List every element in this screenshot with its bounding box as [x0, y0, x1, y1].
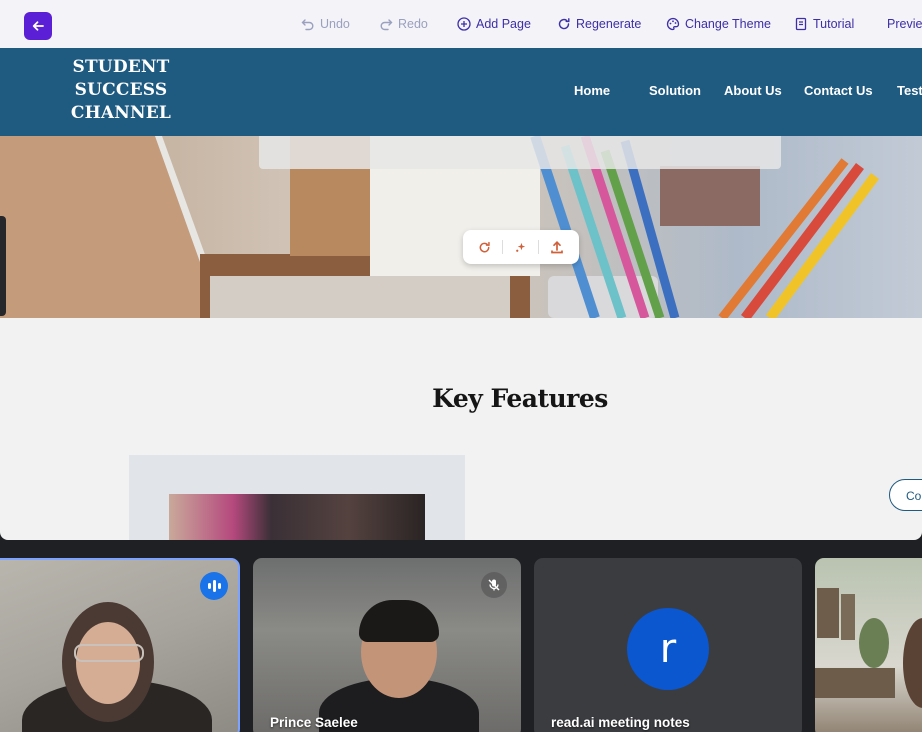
ai-edit-button[interactable] — [514, 241, 527, 254]
sofa — [815, 668, 895, 698]
preview-button[interactable]: Previe — [887, 17, 922, 31]
replace-image-button[interactable] — [478, 241, 491, 254]
participant-hair — [903, 618, 922, 708]
participant-name: Prince Saelee — [270, 715, 358, 730]
arrow-left-icon — [32, 21, 44, 31]
participant-tile[interactable] — [815, 558, 922, 732]
hero-image — [0, 136, 922, 318]
palette-icon — [666, 17, 680, 31]
tutorial-icon — [795, 17, 807, 31]
undo-button[interactable]: Undo — [301, 17, 350, 31]
redo-label: Redo — [398, 17, 428, 31]
feature-image — [169, 494, 425, 540]
participant-tile[interactable]: Prince Saelee — [253, 558, 521, 732]
nav-testimonials[interactable]: Test — [897, 83, 922, 98]
participant-tile[interactable] — [0, 558, 240, 732]
change-theme-label: Change Theme — [685, 17, 771, 31]
meeting-window: Undo Redo Add Page Regenerate Change The… — [0, 0, 922, 732]
mic-off-icon — [481, 572, 507, 598]
sparkle-icon — [516, 242, 526, 252]
upload-image-button[interactable] — [550, 240, 564, 254]
participant-name: read.ai meeting notes — [551, 715, 690, 730]
avatar: r — [627, 608, 709, 690]
upload-icon — [550, 240, 563, 254]
contact-button[interactable]: Co — [889, 479, 922, 511]
brand-line-1: STUDENT — [72, 57, 170, 77]
plant — [859, 618, 889, 668]
shared-screen: Undo Redo Add Page Regenerate Change The… — [0, 0, 922, 540]
section-title: Key Features — [432, 384, 608, 413]
participant-face — [76, 622, 140, 704]
wall-art — [817, 588, 839, 638]
undo-label: Undo — [320, 17, 350, 31]
feature-card[interactable] — [129, 455, 465, 540]
editor-toolbar: Undo Redo Add Page Regenerate Change The… — [0, 0, 922, 48]
speaking-indicator-icon — [200, 572, 228, 600]
participant-hair — [359, 600, 439, 642]
hero-text-card — [259, 136, 781, 169]
tutorial-button[interactable]: Tutorial — [794, 17, 854, 31]
nav-contact-us[interactable]: Contact Us — [804, 83, 873, 98]
brand-line-2: SUCCESS — [74, 80, 168, 100]
site-header: STUDENT SUCCESS CHANNEL Home Solution Ab… — [0, 48, 922, 136]
nav-solution[interactable]: Solution — [649, 83, 701, 98]
wall-art — [841, 594, 855, 640]
regenerate-label: Regenerate — [576, 17, 642, 31]
redo-icon — [380, 19, 393, 31]
change-theme-button[interactable]: Change Theme — [666, 17, 771, 31]
redo-button[interactable]: Redo — [379, 17, 428, 31]
divider — [502, 240, 504, 254]
divider — [537, 240, 539, 254]
nav-about-us[interactable]: About Us — [724, 83, 782, 98]
participant-tile[interactable]: r read.ai meeting notes — [534, 558, 802, 732]
tutorial-label: Tutorial — [813, 17, 855, 31]
image-tools — [463, 230, 579, 264]
preview-label: Previe — [887, 17, 922, 31]
refresh-icon — [558, 18, 570, 30]
edge-tab — [0, 216, 6, 316]
back-button[interactable] — [24, 12, 52, 40]
refresh-icon — [479, 241, 491, 252]
add-page-button[interactable]: Add Page — [457, 17, 531, 31]
glasses — [74, 644, 144, 662]
nav-home[interactable]: Home — [574, 83, 610, 98]
undo-icon — [301, 19, 314, 31]
site-logo[interactable]: STUDENT SUCCESS CHANNEL — [62, 56, 180, 125]
add-page-label: Add Page — [476, 17, 531, 31]
plus-circle-icon — [457, 17, 471, 31]
regenerate-button[interactable]: Regenerate — [557, 17, 641, 31]
brand-line-3: CHANNEL — [70, 103, 172, 123]
